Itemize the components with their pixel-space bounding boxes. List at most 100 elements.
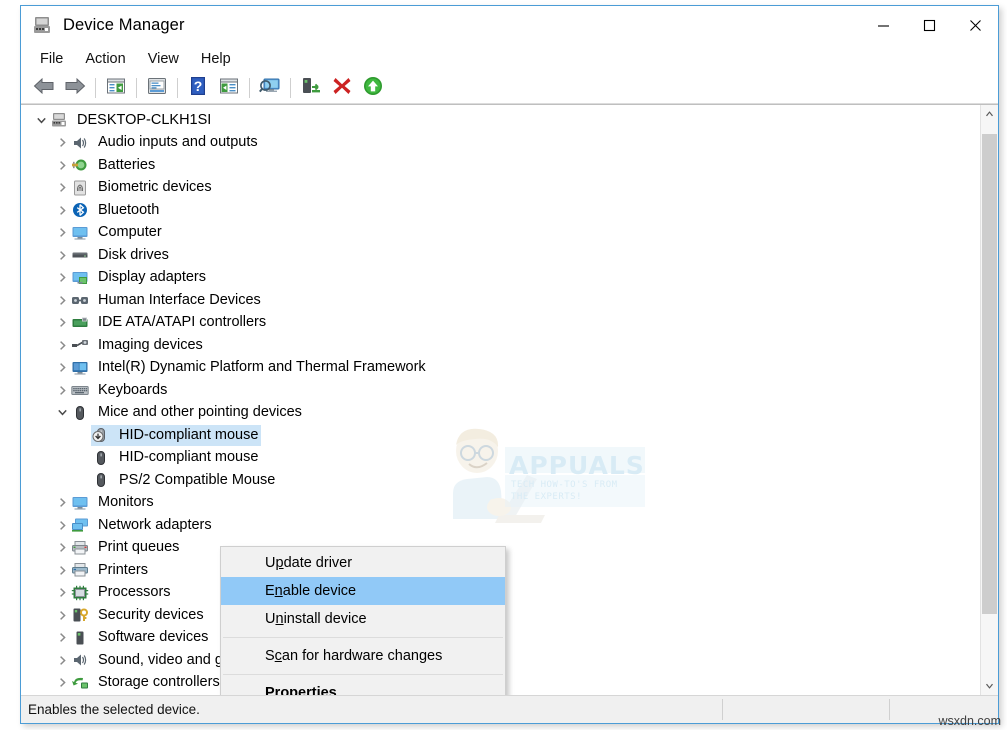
help-button[interactable]: ?	[183, 75, 213, 101]
maximize-button[interactable]	[906, 6, 952, 44]
speaker-icon	[70, 134, 90, 151]
chevron-right-icon[interactable]	[54, 382, 70, 398]
tree-item-content: Keyboards	[70, 380, 170, 401]
title-bar: Device Manager	[21, 6, 998, 44]
vertical-scrollbar[interactable]	[980, 105, 998, 695]
tree-item-label: DESKTOP-CLKH1SI	[75, 110, 214, 131]
tree-item[interactable]: Network adapters	[21, 514, 980, 537]
source-watermark: wsxdn.com	[938, 714, 1001, 728]
tree-item-label: Security devices	[96, 605, 207, 626]
tree-item-content: Batteries	[70, 155, 158, 176]
show-hide-console-tree-button[interactable]	[101, 75, 131, 101]
disk-drive-icon	[70, 247, 90, 264]
tree-item[interactable]: PS/2 Compatible Mouse	[21, 469, 980, 492]
software-device-icon	[70, 629, 90, 646]
chevron-right-icon[interactable]	[54, 270, 70, 286]
imaging-device-icon	[70, 337, 90, 354]
properties-button[interactable]	[142, 75, 172, 101]
tree-item[interactable]: Human Interface Devices	[21, 289, 980, 312]
tree-item[interactable]: Intel(R) Dynamic Platform and Thermal Fr…	[21, 357, 980, 380]
tree-item[interactable]: Bluetooth	[21, 199, 980, 222]
tree-item[interactable]: Display adapters	[21, 267, 980, 290]
menu-file[interactable]: File	[29, 47, 74, 71]
chevron-right-icon[interactable]	[54, 225, 70, 241]
tree-item-content: DESKTOP-CLKH1SI	[49, 110, 214, 131]
computer-root-icon	[49, 112, 69, 129]
chevron-right-icon[interactable]	[54, 360, 70, 376]
chevron-right-icon[interactable]	[54, 630, 70, 646]
tree-item-label: HID-compliant mouse	[117, 447, 261, 468]
chevron-right-icon[interactable]	[54, 652, 70, 668]
status-divider-2	[889, 699, 890, 720]
scroll-up-button[interactable]	[981, 105, 998, 122]
tree-item-content: Audio inputs and outputs	[70, 132, 261, 153]
chevron-right-icon[interactable]	[54, 135, 70, 151]
scroll-down-button[interactable]	[981, 678, 998, 695]
chevron-right-icon[interactable]	[54, 675, 70, 691]
tree-item[interactable]: Keyboards	[21, 379, 980, 402]
chevron-right-icon[interactable]	[54, 180, 70, 196]
minimize-button[interactable]	[860, 6, 906, 44]
chevron-right-icon[interactable]	[54, 562, 70, 578]
tree-item[interactable]: Biometric devices	[21, 177, 980, 200]
chevron-right-icon[interactable]	[54, 337, 70, 353]
tree-spacer	[75, 450, 91, 466]
tree-item-selected[interactable]: HID-compliant mouse	[21, 424, 980, 447]
tree-item-label: Bluetooth	[96, 200, 162, 221]
chevron-right-icon[interactable]	[54, 585, 70, 601]
tree-item-content: Printers	[70, 560, 151, 581]
printer-icon	[70, 562, 90, 579]
chevron-right-icon[interactable]	[54, 315, 70, 331]
scan-hardware-changes-button[interactable]	[255, 75, 285, 101]
ctx-enable-device[interactable]: Enable device	[221, 577, 505, 605]
chevron-right-icon[interactable]	[54, 157, 70, 173]
storage-controller-icon	[70, 674, 90, 691]
menu-help[interactable]: Help	[190, 47, 242, 71]
close-button[interactable]	[952, 6, 998, 44]
ctx-scan-hardware-changes[interactable]: Scan for hardware changes	[221, 642, 505, 670]
monitor-icon	[70, 494, 90, 511]
scrollbar-thumb[interactable]	[982, 134, 997, 614]
forward-button[interactable]	[60, 75, 90, 101]
chevron-right-icon[interactable]	[54, 607, 70, 623]
device-manager-window: Device Manager FileActionViewHelp ? DESK…	[20, 5, 999, 724]
help-question-icon: ?	[189, 76, 207, 101]
show-details-button[interactable]	[214, 75, 244, 101]
menu-view[interactable]: View	[137, 47, 190, 71]
chevron-down-icon[interactable]	[54, 405, 70, 421]
ctx-uninstall-device[interactable]: Uninstall device	[221, 605, 505, 633]
chevron-right-icon[interactable]	[54, 517, 70, 533]
tree-item[interactable]: Imaging devices	[21, 334, 980, 357]
tree-item-label: Audio inputs and outputs	[96, 132, 261, 153]
context-menu-separator	[223, 637, 503, 638]
tree-item-content: Intel(R) Dynamic Platform and Thermal Fr…	[70, 357, 429, 378]
tree-item[interactable]: DESKTOP-CLKH1SI	[21, 109, 980, 132]
device-context-menu[interactable]: Update driverEnable deviceUninstall devi…	[220, 546, 506, 695]
chevron-down-icon[interactable]	[33, 112, 49, 128]
tree-item-content: PS/2 Compatible Mouse	[91, 470, 278, 491]
update-driver-button[interactable]	[296, 75, 326, 101]
menu-action[interactable]: Action	[74, 47, 136, 71]
tree-item[interactable]: Mice and other pointing devices	[21, 402, 980, 425]
tree-item[interactable]: IDE ATA/ATAPI controllers	[21, 312, 980, 335]
chevron-right-icon[interactable]	[54, 495, 70, 511]
chevron-right-icon[interactable]	[54, 247, 70, 263]
chevron-right-icon[interactable]	[54, 292, 70, 308]
tree-item[interactable]: Disk drives	[21, 244, 980, 267]
chevron-right-icon[interactable]	[54, 540, 70, 556]
chevron-right-icon[interactable]	[54, 202, 70, 218]
tree-item[interactable]: Audio inputs and outputs	[21, 132, 980, 155]
tree-item-content: Storage controllers	[70, 672, 223, 693]
tree-item[interactable]: Computer	[21, 222, 980, 245]
disable-device-button[interactable]	[327, 75, 357, 101]
tree-item[interactable]: Batteries	[21, 154, 980, 177]
forward-arrow-icon	[64, 76, 86, 101]
tree-item-content: Biometric devices	[70, 177, 215, 198]
tree-item[interactable]: HID-compliant mouse	[21, 447, 980, 470]
enable-device-button[interactable]	[358, 75, 388, 101]
ctx-properties[interactable]: Properties	[221, 679, 505, 695]
ctx-update-driver[interactable]: Update driver	[221, 549, 505, 577]
back-button[interactable]	[29, 75, 59, 101]
tree-item[interactable]: Monitors	[21, 492, 980, 515]
bluetooth-icon	[70, 202, 90, 219]
